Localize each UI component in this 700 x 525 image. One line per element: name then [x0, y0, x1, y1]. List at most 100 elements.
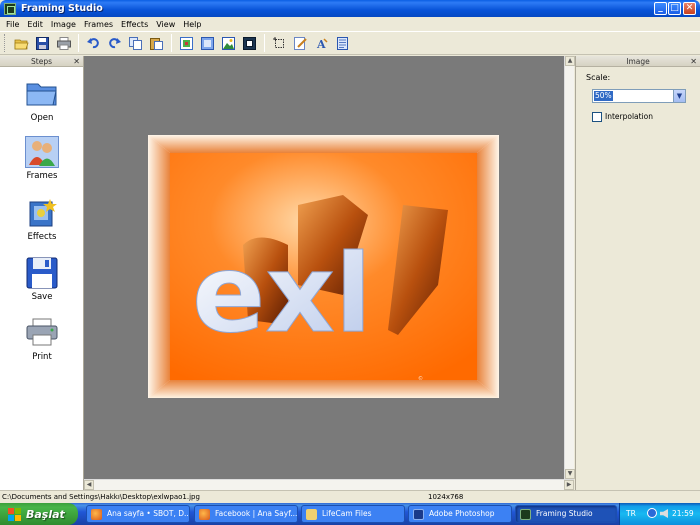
frames-people-icon: [25, 136, 59, 168]
open-folder-icon: [25, 78, 59, 110]
redo-icon[interactable]: [107, 35, 123, 51]
app-icon: [4, 2, 16, 15]
menu-effects[interactable]: Effects: [117, 20, 152, 29]
steps-panel-close-button[interactable]: ✕: [73, 56, 80, 67]
taskbar-item-firefox-sbot[interactable]: Ana sayfa • SBOT, D...: [86, 505, 190, 523]
taskbar-item-framing-studio[interactable]: Framing Studio: [515, 505, 617, 523]
start-button[interactable]: Başlat: [0, 503, 78, 525]
menu-file[interactable]: File: [2, 20, 23, 29]
taskbar-item-label: Ana sayfa • SBOT, D...: [107, 509, 190, 518]
browser-icon: [199, 509, 210, 520]
menu-bar: File Edit Image Frames Effects View Help: [0, 17, 700, 31]
open-folder-icon[interactable]: [14, 35, 30, 51]
step-frames-label: Frames: [26, 171, 58, 181]
clock: 21:59: [672, 509, 694, 518]
scale-dropdown[interactable]: 50% ▼: [592, 89, 686, 103]
app-icon: [520, 509, 531, 520]
toolbar-separator: [264, 34, 265, 52]
menu-edit[interactable]: Edit: [23, 20, 47, 29]
taskbar-item-lifecam-files[interactable]: LifeCam Files: [301, 505, 405, 523]
maximize-button[interactable]: □: [668, 2, 681, 15]
step-save-label: Save: [31, 292, 53, 302]
taskbar-item-adobe-photoshop[interactable]: Adobe Photoshop: [408, 505, 512, 523]
taskbar-item-label: LifeCam Files: [322, 509, 372, 518]
svg-text:©: ©: [418, 375, 423, 382]
menu-image[interactable]: Image: [47, 20, 80, 29]
menu-view[interactable]: View: [152, 20, 179, 29]
picture-text: exl: [192, 232, 372, 357]
browser-icon: [91, 509, 102, 520]
text-icon[interactable]: A: [314, 35, 330, 51]
effects-icon: [25, 197, 59, 229]
print-icon[interactable]: [56, 35, 72, 51]
step-save[interactable]: Save: [0, 257, 84, 302]
scroll-down-arrow[interactable]: ▼: [565, 469, 575, 479]
start-label: Başlat: [26, 507, 65, 521]
image-panel: Image ✕ Scale: 50% ▼ Interpolation: [575, 56, 700, 490]
status-image-dimensions: 1024x768: [428, 493, 464, 501]
menu-help[interactable]: Help: [179, 20, 205, 29]
toolbar-separator: [78, 34, 79, 52]
windows-logo-icon: [8, 507, 21, 521]
crop-frame-icon[interactable]: [242, 35, 258, 51]
toolbar-grip[interactable]: [4, 34, 7, 52]
image-panel-close-button[interactable]: ✕: [690, 56, 697, 67]
framed-picture[interactable]: exl ©: [148, 135, 499, 398]
frame-tool-icon[interactable]: [179, 35, 195, 51]
network-icon[interactable]: [647, 508, 657, 518]
scroll-right-arrow[interactable]: ▶: [564, 480, 574, 490]
taskbar: Başlat Ana sayfa • SBOT, D... Facebook |…: [0, 503, 700, 525]
step-open-label: Open: [30, 113, 54, 123]
undo-icon[interactable]: [86, 35, 102, 51]
language-indicator[interactable]: TR: [626, 509, 636, 518]
step-print[interactable]: Print: [0, 317, 84, 362]
steps-panel-header: Steps ✕: [0, 56, 83, 67]
taskbar-item-label: Facebook | Ana Sayf...: [215, 509, 298, 518]
system-tray: TR 21:59: [619, 503, 700, 525]
toolbar: A: [0, 31, 700, 55]
image-panel-title: Image: [626, 57, 650, 66]
interpolation-label[interactable]: Interpolation: [605, 112, 653, 122]
chevron-down-icon[interactable]: ▼: [673, 90, 685, 102]
window-title: Framing Studio: [21, 3, 103, 14]
printer-icon: [25, 317, 59, 349]
save-disk-icon[interactable]: [35, 35, 51, 51]
step-frames[interactable]: Frames: [0, 136, 84, 181]
picture-icon[interactable]: [221, 35, 237, 51]
copy-icon[interactable]: [128, 35, 144, 51]
title-bar: Framing Studio _ □ ✕: [0, 0, 700, 17]
scale-value: 50%: [594, 91, 613, 101]
status-file-path: C:\Documents and Settings\Hakkı\Desktop\…: [2, 493, 200, 501]
toolbar-separator: [171, 34, 172, 52]
taskbar-item-label: Adobe Photoshop: [429, 509, 495, 518]
select-icon[interactable]: [272, 35, 288, 51]
paste-icon[interactable]: [149, 35, 165, 51]
step-effects-label: Effects: [27, 232, 57, 242]
step-effects[interactable]: Effects: [0, 197, 84, 242]
scale-label: Scale:: [586, 73, 611, 82]
step-print-label: Print: [32, 352, 52, 362]
taskbar-item-firefox-facebook[interactable]: Facebook | Ana Sayf...: [194, 505, 298, 523]
interpolation-checkbox[interactable]: [592, 112, 602, 122]
scroll-up-arrow[interactable]: ▲: [565, 56, 575, 66]
close-button[interactable]: ✕: [683, 2, 696, 15]
volume-icon[interactable]: [660, 509, 668, 518]
menu-frames[interactable]: Frames: [80, 20, 117, 29]
taskbar-item-label: Framing Studio: [536, 509, 593, 518]
steps-panel-title: Steps: [31, 57, 52, 66]
canvas-area[interactable]: exl ©: [84, 56, 574, 479]
status-bar: C:\Documents and Settings\Hakkı\Desktop\…: [0, 490, 700, 503]
vertical-scrollbar[interactable]: ▲ ▼: [564, 56, 575, 479]
folder-icon: [306, 509, 317, 520]
minimize-button[interactable]: _: [654, 2, 667, 15]
steps-panel: Steps ✕ Open Frames Effects Save Print: [0, 56, 84, 490]
scroll-left-arrow[interactable]: ◀: [84, 480, 94, 490]
floppy-disk-icon: [25, 257, 59, 289]
horizontal-scrollbar[interactable]: ◀ ▶: [84, 479, 574, 490]
step-open[interactable]: Open: [0, 78, 84, 123]
edit-icon[interactable]: [293, 35, 309, 51]
photoshop-icon: [413, 509, 424, 520]
frame-tool-2-icon[interactable]: [200, 35, 216, 51]
image-panel-header: Image ✕: [576, 56, 700, 67]
properties-icon[interactable]: [335, 35, 351, 51]
